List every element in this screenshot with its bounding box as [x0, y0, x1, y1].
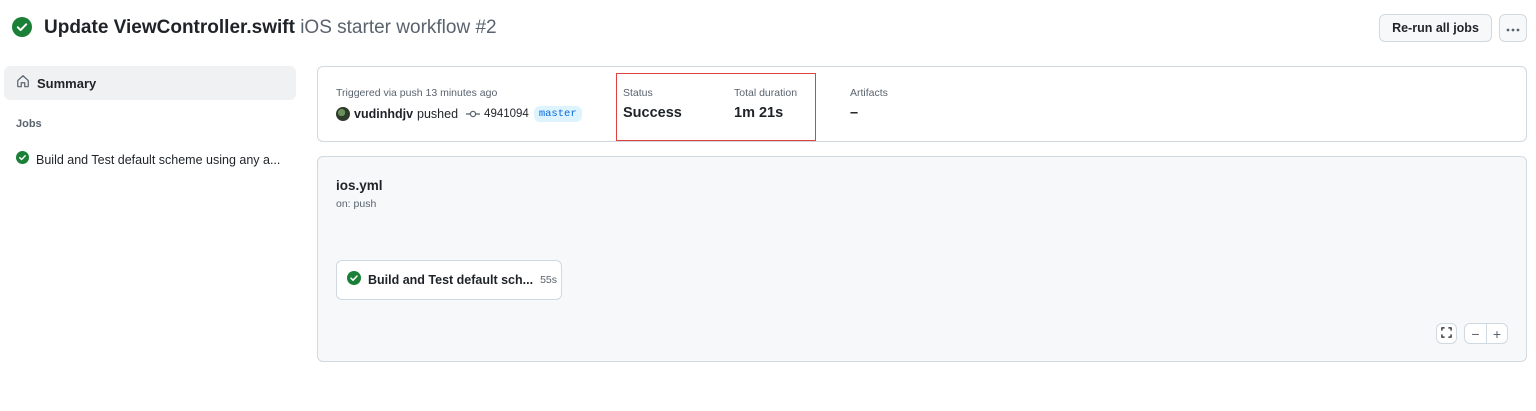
- trigger-details: vudinhdjv pushed 4941094 master: [336, 106, 582, 122]
- jobs-heading: Jobs: [16, 118, 42, 130]
- page-title: Update ViewController.swift iOS starter …: [44, 14, 497, 42]
- run-header: Update ViewController.swift iOS starter …: [0, 0, 1536, 56]
- home-icon: [16, 74, 30, 93]
- trigger-label: Triggered via push 13 minutes ago: [336, 87, 498, 99]
- workflow-file-name: ios.yml: [336, 178, 383, 193]
- workflow-trigger: on: push: [336, 198, 377, 210]
- artifacts-stat: Artifacts –: [850, 87, 888, 121]
- git-commit-icon: [466, 109, 481, 119]
- more-options-button[interactable]: [1499, 14, 1527, 42]
- duration-label: Total duration: [734, 87, 798, 99]
- action-text: pushed: [417, 107, 459, 121]
- artifacts-label: Artifacts: [850, 87, 888, 99]
- workflow-run-name: iOS starter workflow #2: [300, 17, 497, 38]
- sidebar-item-job[interactable]: Build and Test default scheme using any …: [4, 150, 296, 170]
- actor-link[interactable]: vudinhdjv: [354, 107, 413, 121]
- check-circle-icon: [347, 270, 361, 290]
- check-circle-icon: [16, 151, 29, 169]
- status-value: Success: [623, 105, 682, 121]
- branch-badge[interactable]: master: [533, 106, 582, 122]
- zoom-controls: − +: [1464, 323, 1508, 344]
- run-summary-panel: Triggered via push 13 minutes ago vudinh…: [317, 66, 1527, 142]
- rerun-all-jobs-button[interactable]: Re-run all jobs: [1379, 14, 1492, 42]
- workflow-graph[interactable]: ios.yml on: push Build and Test default …: [317, 156, 1527, 362]
- avatar[interactable]: [336, 107, 350, 121]
- sidebar-item-summary[interactable]: Summary: [4, 66, 296, 100]
- duration-stat: Total duration 1m 21s: [734, 87, 797, 121]
- commit-sha-link[interactable]: 4941094: [484, 108, 529, 120]
- graph-job-duration: 55s: [540, 274, 558, 286]
- zoom-in-button[interactable]: +: [1485, 324, 1507, 343]
- commit-title[interactable]: Update ViewController.swift: [44, 17, 295, 38]
- screen-full-icon: [1441, 325, 1452, 343]
- status-stat: Status Success: [623, 87, 682, 121]
- status-label: Status: [623, 87, 653, 99]
- sidebar-item-label: Build and Test default scheme using any …: [36, 153, 281, 167]
- fullscreen-button[interactable]: [1436, 323, 1457, 344]
- sidebar-item-label: Summary: [37, 75, 97, 91]
- artifacts-value: –: [850, 105, 859, 121]
- kebab-horizontal-icon: [1506, 19, 1520, 37]
- duration-value: 1m 21s: [734, 105, 784, 121]
- graph-job-name: Build and Test default sch...: [368, 273, 534, 287]
- graph-job-card[interactable]: Build and Test default sch... 55s: [336, 260, 562, 300]
- zoom-out-button[interactable]: −: [1465, 324, 1486, 343]
- check-circle-icon: [12, 17, 32, 37]
